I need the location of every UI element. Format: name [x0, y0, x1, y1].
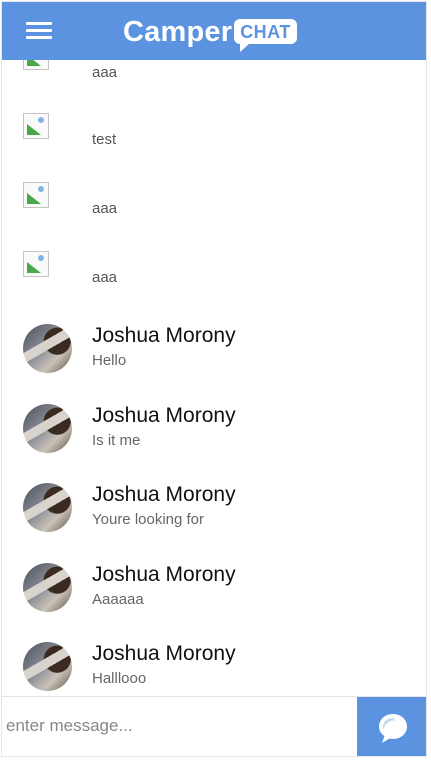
message-input[interactable] [2, 697, 356, 755]
list-item[interactable]: aaa [2, 251, 426, 320]
list-item[interactable]: Joshua Morony Hello [2, 324, 426, 403]
app-logo: Camper CHAT [123, 12, 297, 52]
logo-text: Camper [123, 15, 233, 48]
sender-name: Joshua Morony [92, 563, 236, 586]
sender-name: Joshua Morony [92, 404, 236, 427]
message-text: test [92, 131, 117, 148]
avatar [23, 483, 72, 532]
avatar [23, 324, 72, 373]
list-item[interactable]: aaa [2, 60, 426, 113]
list-item[interactable]: Joshua Morony Aaaaaa [2, 563, 426, 642]
hamburger-menu-icon[interactable] [24, 18, 54, 42]
avatar [23, 642, 72, 691]
sender-name: Joshua Morony [92, 483, 236, 506]
broken-image-icon [23, 251, 49, 277]
broken-image-icon [23, 60, 49, 70]
sender-name: Joshua Morony [92, 324, 236, 347]
chat-app: Camper CHAT aaa test aaa aaa Joshua Moro… [2, 2, 426, 756]
message-text: Is it me [92, 432, 141, 449]
message-text: Aaaaaa [92, 591, 144, 608]
send-button[interactable] [357, 697, 426, 756]
message-text: Hello [92, 352, 127, 369]
message-list[interactable]: aaa test aaa aaa Joshua Morony Hello Jos… [2, 60, 426, 696]
avatar [23, 563, 72, 612]
list-item[interactable]: test [2, 113, 426, 182]
app-header: Camper CHAT [2, 2, 426, 60]
message-text: Halllooo [92, 670, 147, 687]
list-item[interactable]: aaa [2, 182, 426, 251]
broken-image-icon [23, 182, 49, 208]
list-item[interactable]: Joshua Morony Is it me [2, 404, 426, 483]
message-composer [2, 696, 426, 756]
list-item[interactable]: Joshua Morony Youre looking for [2, 483, 426, 562]
logo-badge: CHAT [234, 18, 297, 52]
avatar [23, 404, 72, 453]
message-text: aaa [92, 64, 118, 81]
message-text: aaa [92, 200, 118, 217]
message-text: aaa [92, 269, 118, 286]
broken-image-icon [23, 113, 49, 139]
message-text: Youre looking for [92, 511, 205, 528]
chat-bubble-icon [379, 714, 407, 743]
sender-name: Joshua Morony [92, 642, 236, 665]
list-item[interactable]: Joshua Morony Halllooo [2, 642, 426, 696]
